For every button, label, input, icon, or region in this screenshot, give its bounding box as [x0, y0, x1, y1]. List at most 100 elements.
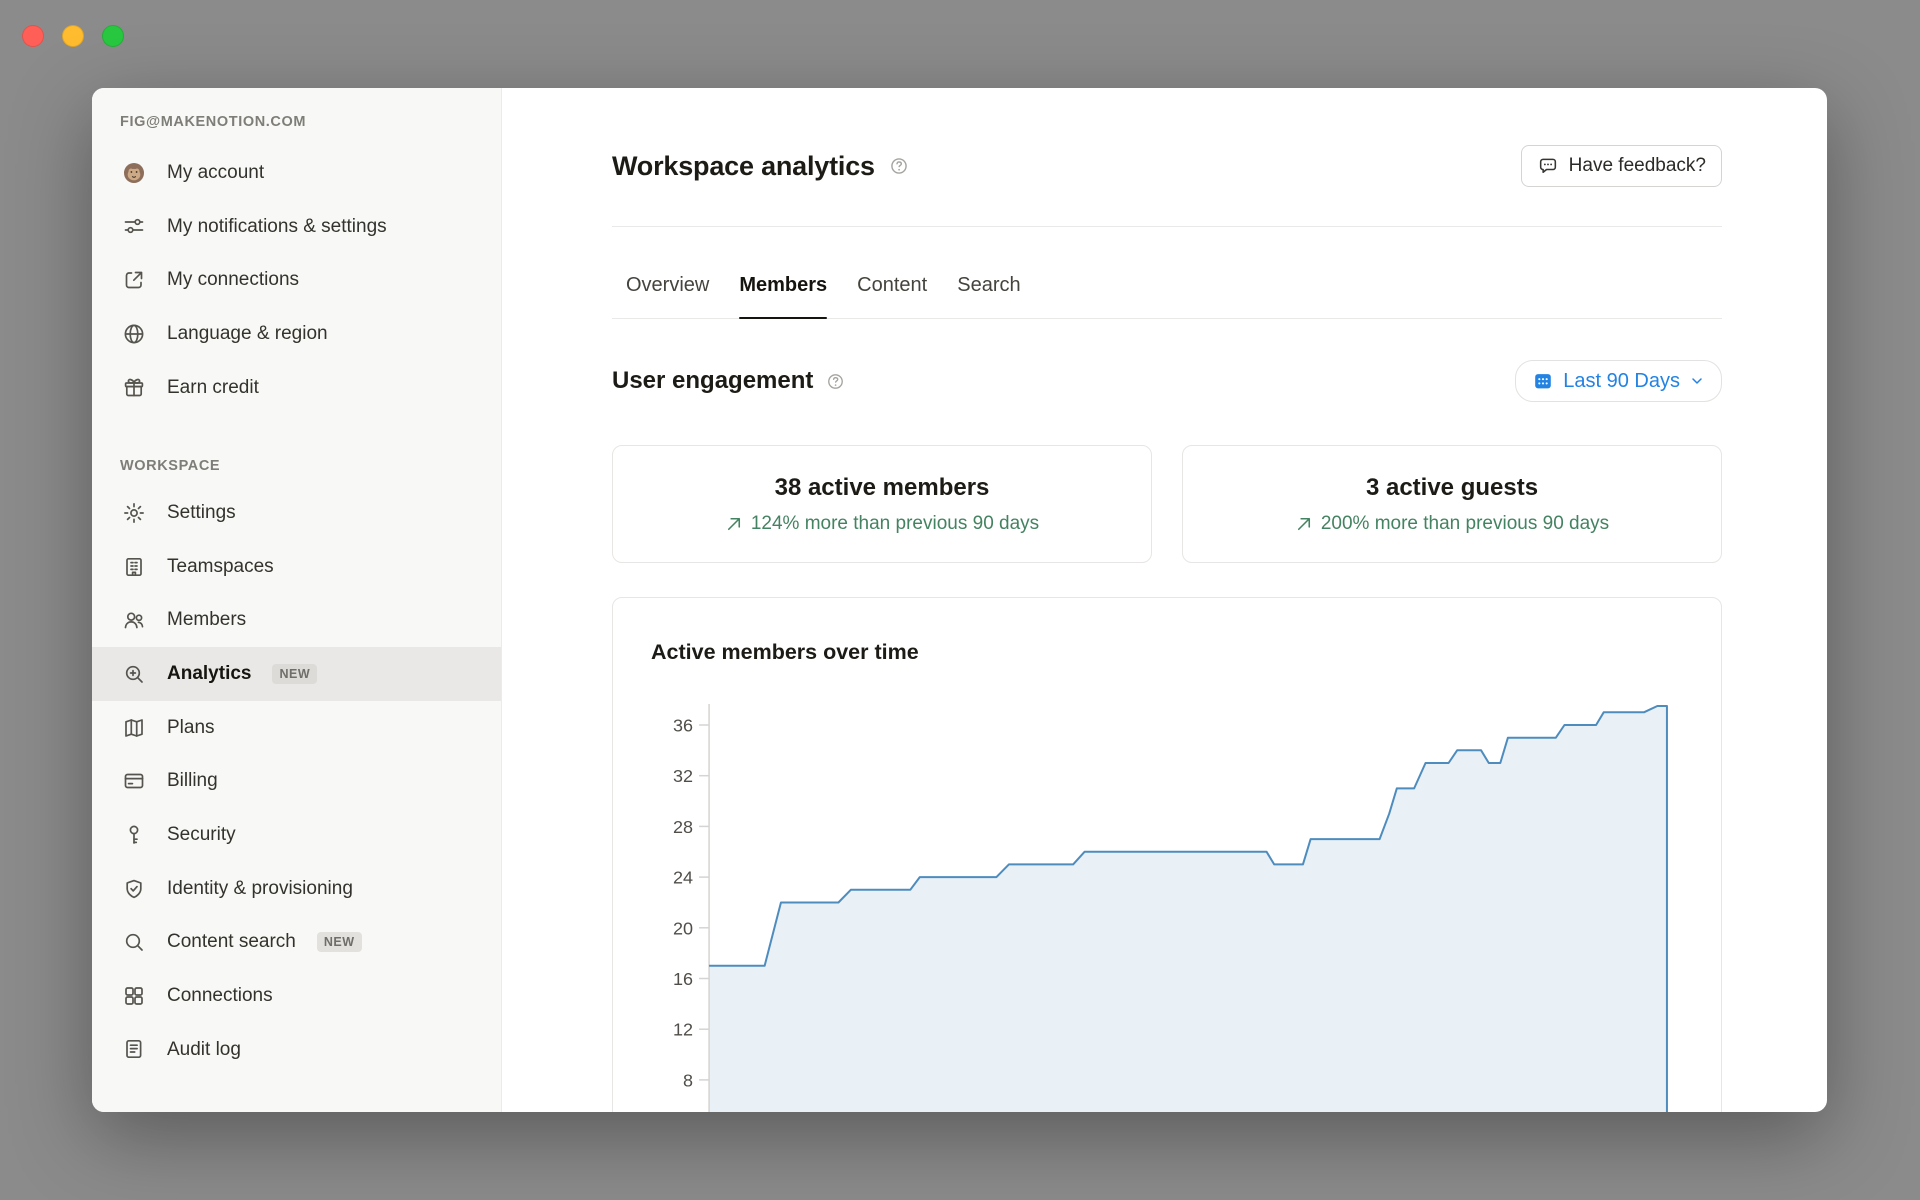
settings-dialog: FIG@MAKENOTION.COM My account My notifica… [92, 88, 1827, 1112]
sidebar-item-label: My account [167, 160, 264, 186]
sidebar-item-label: Security [167, 822, 236, 848]
stat-delta: 200% more than previous 90 days [1295, 513, 1609, 535]
stat-delta-text: 124% more than previous 90 days [751, 513, 1039, 535]
sidebar-item-label: Identity & provisioning [167, 876, 353, 902]
close-button[interactable] [22, 25, 44, 47]
sidebar-item-audit-log[interactable]: Audit log [92, 1023, 501, 1077]
user-engagement-title: User engagement [612, 367, 813, 395]
new-badge: NEW [317, 932, 362, 952]
account-settings-list: My account My notifications & settings My … [92, 146, 501, 414]
have-feedback-button[interactable]: Have feedback? [1521, 145, 1722, 187]
sidebar-item-identity-provisioning[interactable]: Identity & provisioning [92, 862, 501, 916]
sidebar-item-label: Members [167, 607, 246, 633]
sidebar-item-label: Settings [167, 500, 236, 526]
audit-log-icon [122, 1037, 146, 1061]
svg-text:16: 16 [673, 969, 693, 989]
stat-delta-text: 200% more than previous 90 days [1321, 513, 1609, 535]
minimize-button[interactable] [62, 25, 84, 47]
chart-search-icon [122, 662, 146, 686]
settings-sidebar: FIG@MAKENOTION.COM My account My notifica… [92, 88, 502, 1112]
stat-delta: 124% more than previous 90 days [725, 513, 1039, 535]
tab-members[interactable]: Members [739, 274, 827, 318]
svg-text:28: 28 [673, 817, 693, 837]
active-members-chart-card: Active members over time 36 32 28 24 20 16 12 8 [612, 597, 1722, 1112]
sidebar-item-my-connections[interactable]: My connections [92, 253, 501, 307]
sidebar-item-label: Content search [167, 929, 296, 955]
people-icon [122, 608, 146, 632]
sidebar-item-billing[interactable]: Billing [92, 754, 501, 808]
map-icon [122, 716, 146, 740]
window-controls [22, 25, 124, 47]
analytics-tabs: Overview Members Content Search [612, 227, 1722, 319]
sidebar-item-security[interactable]: Security [92, 808, 501, 862]
user-engagement-header: User engagement Last 90 Days [612, 359, 1722, 403]
sidebar-item-my-account[interactable]: My account [92, 146, 501, 200]
chart-title: Active members over time [651, 640, 919, 665]
stat-value: 3 active guests [1366, 474, 1538, 502]
tab-search[interactable]: Search [957, 274, 1020, 318]
sidebar-item-label: Analytics [167, 661, 251, 687]
sidebar-item-label: Plans [167, 715, 215, 741]
key-icon [122, 823, 146, 847]
tab-content[interactable]: Content [857, 274, 927, 318]
workspace-section-header: WORKSPACE [92, 458, 501, 474]
engagement-stats: 38 active members 124% more than previous… [612, 445, 1722, 563]
sidebar-item-earn-credit[interactable]: Earn credit [92, 361, 501, 415]
sidebar-item-members[interactable]: Members [92, 593, 501, 647]
feedback-bubble-icon [1537, 155, 1559, 177]
sidebar-item-analytics[interactable]: Analytics NEW [92, 647, 501, 701]
globe-icon [122, 322, 146, 346]
tab-overview[interactable]: Overview [626, 274, 709, 318]
workspace-settings-list: Settings Teamspaces Members Analytics NEW Pla… [92, 486, 501, 1076]
sidebar-item-content-search[interactable]: Content search NEW [92, 915, 501, 969]
building-icon [122, 555, 146, 579]
shield-check-icon [122, 877, 146, 901]
gift-icon [122, 375, 146, 399]
sidebar-item-teamspaces[interactable]: Teamspaces [92, 540, 501, 594]
sidebar-item-my-notifications-settings[interactable]: My notifications & settings [92, 200, 501, 254]
help-icon[interactable] [826, 372, 845, 391]
sidebar-item-settings[interactable]: Settings [92, 486, 501, 540]
sidebar-item-label: My connections [167, 267, 299, 293]
sidebar-item-label: Language & region [167, 321, 328, 347]
stat-card-1: 3 active guests 200% more than previous 9… [1182, 445, 1722, 563]
stat-value: 38 active members [775, 474, 990, 502]
new-badge: NEW [272, 664, 317, 684]
analytics-main-panel: Workspace analytics Have feedback? Overv… [502, 88, 1827, 1112]
date-range-label: Last 90 Days [1563, 370, 1680, 393]
sidebar-item-label: Teamspaces [167, 554, 274, 580]
avatar [122, 161, 146, 185]
search-icon [122, 930, 146, 954]
chevron-down-icon [1689, 373, 1705, 389]
svg-text:12: 12 [673, 1020, 693, 1040]
svg-text:36: 36 [673, 716, 693, 736]
sidebar-item-label: Billing [167, 768, 218, 794]
grid-icon [122, 984, 146, 1008]
help-icon[interactable] [889, 156, 909, 176]
stat-card-0: 38 active members 124% more than previous… [612, 445, 1152, 563]
svg-text:8: 8 [683, 1070, 693, 1090]
sidebar-item-label: Audit log [167, 1037, 241, 1063]
zoom-button[interactable] [102, 25, 124, 47]
sidebar-item-plans[interactable]: Plans [92, 701, 501, 755]
trend-up-icon [1295, 515, 1313, 533]
gear-icon [122, 501, 146, 525]
sliders-icon [122, 214, 146, 238]
date-range-dropdown[interactable]: Last 90 Days [1515, 360, 1722, 402]
account-email-header: FIG@MAKENOTION.COM [92, 114, 501, 130]
page-title: Workspace analytics [612, 151, 875, 182]
page-header: Workspace analytics Have feedback? [612, 144, 1722, 188]
calendar-icon [1532, 370, 1554, 392]
members-over-time-chart: 36 32 28 24 20 16 12 8 [613, 598, 1721, 1112]
sidebar-item-label: Connections [167, 983, 273, 1009]
feedback-button-label: Have feedback? [1569, 155, 1706, 177]
trend-up-icon [725, 515, 743, 533]
sidebar-item-label: My notifications & settings [167, 214, 387, 240]
svg-text:20: 20 [673, 918, 693, 938]
sidebar-item-label: Earn credit [167, 375, 259, 401]
arrow-out-icon [122, 268, 146, 292]
sidebar-item-connections[interactable]: Connections [92, 969, 501, 1023]
svg-text:24: 24 [673, 868, 693, 888]
svg-text:32: 32 [673, 766, 693, 786]
sidebar-item-language-region[interactable]: Language & region [92, 307, 501, 361]
